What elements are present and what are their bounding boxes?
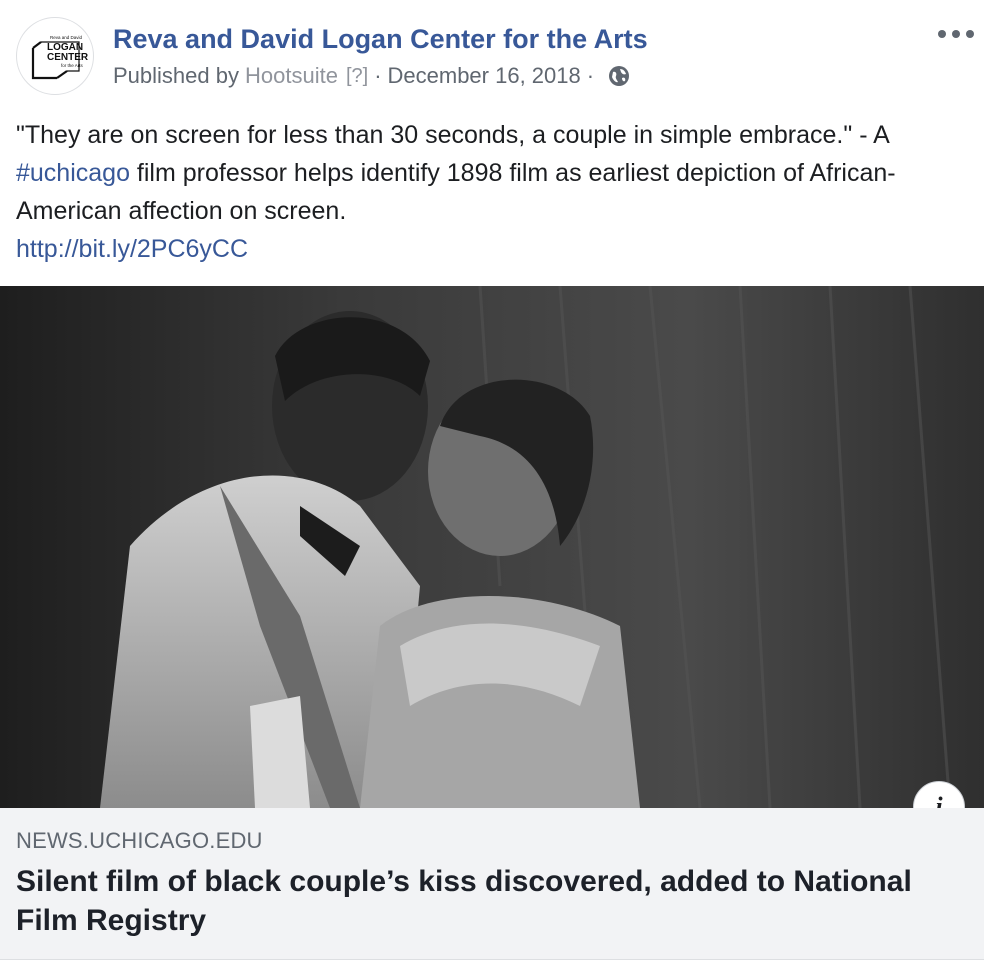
post-message: "They are on screen for less than 30 sec… bbox=[16, 116, 966, 268]
published-by-label: Published by bbox=[113, 63, 239, 88]
byline-separator-2: · bbox=[586, 63, 595, 88]
message-text-2: film professor helps identify 1898 film … bbox=[16, 159, 896, 225]
post-date-link[interactable]: December 16, 2018 bbox=[388, 63, 581, 89]
link-preview-meta[interactable]: NEWS.UCHICAGO.EDU Silent film of black c… bbox=[0, 808, 984, 960]
ellipsis-dot bbox=[952, 30, 960, 38]
link-domain: NEWS.UCHICAGO.EDU bbox=[16, 828, 263, 853]
publisher-help-link[interactable]: [?] bbox=[346, 65, 368, 88]
facebook-post: Reva and David LOGAN CENTER for the Arts… bbox=[0, 0, 984, 980]
publisher-tool-link[interactable]: Hootsuite bbox=[245, 63, 338, 89]
hashtag-link[interactable]: #uchicago bbox=[16, 159, 130, 187]
logo-text-1: Reva and David bbox=[50, 35, 83, 40]
page-avatar[interactable]: Reva and David LOGAN CENTER for the Arts bbox=[16, 17, 94, 95]
post-byline: Published by Hootsuite [?] · December 16… bbox=[113, 63, 630, 89]
link-title[interactable]: Silent film of black couple’s kiss disco… bbox=[16, 862, 966, 940]
globe-icon[interactable] bbox=[608, 65, 630, 87]
byline-separator: · bbox=[374, 63, 382, 88]
more-options-button[interactable] bbox=[938, 24, 974, 44]
logan-center-logo: Reva and David LOGAN CENTER for the Arts bbox=[31, 35, 89, 80]
page-name-link[interactable]: Reva and David Logan Center for the Arts bbox=[113, 24, 648, 55]
ellipsis-dot bbox=[966, 30, 974, 38]
message-text-1: "They are on screen for less than 30 sec… bbox=[16, 121, 889, 149]
message-url-link[interactable]: http://bit.ly/2PC6yCC bbox=[16, 235, 248, 263]
ellipsis-dot bbox=[938, 30, 946, 38]
link-preview-image[interactable] bbox=[0, 286, 984, 808]
logo-text-3: CENTER bbox=[47, 52, 89, 63]
logo-text-4: for the Arts bbox=[61, 63, 84, 68]
